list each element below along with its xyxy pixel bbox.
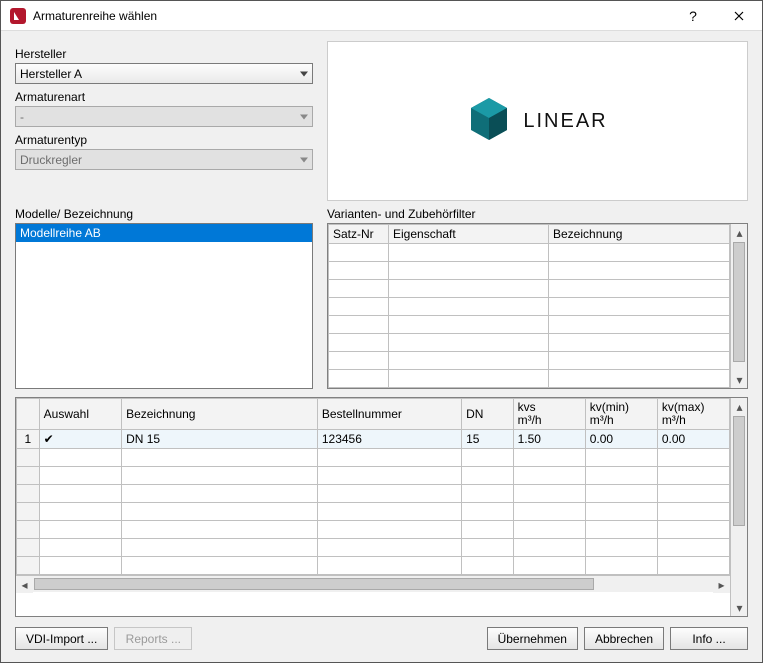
info-button[interactable]: Info ... — [670, 627, 748, 650]
row-kvs: 1.50 — [513, 430, 585, 449]
row-number: 1 — [17, 430, 40, 449]
scroll-down-icon[interactable]: ▾ — [731, 371, 748, 388]
armaturentyp-value: Druckregler — [20, 153, 82, 167]
main-vscrollbar[interactable]: ▴ ▾ — [730, 398, 747, 616]
dialog-window: Armaturenreihe wählen ? Hersteller Herst… — [0, 0, 763, 663]
main-hscrollbar[interactable]: ◂ ▸ — [16, 575, 730, 592]
armaturentyp-combo: Druckregler — [15, 149, 313, 170]
col-dn[interactable]: DN — [462, 399, 514, 430]
hersteller-label: Hersteller — [15, 47, 313, 61]
row-auswahl-check[interactable]: ✔ — [39, 430, 121, 449]
chevron-down-icon — [300, 71, 308, 76]
table-row[interactable]: 1 ✔ DN 15 123456 15 1.50 0.00 0.00 — [17, 430, 730, 449]
col-eigenschaft[interactable]: Eigenschaft — [389, 225, 549, 244]
titlebar: Armaturenreihe wählen ? — [1, 1, 762, 31]
armaturenart-value: - — [20, 110, 24, 124]
varianten-grid[interactable]: Satz-Nr Eigenschaft Bezeichnung — [327, 223, 748, 389]
modelle-label: Modelle/ Bezeichnung — [15, 207, 313, 221]
row-bezeichnung: DN 15 — [122, 430, 318, 449]
col-satznr[interactable]: Satz-Nr — [329, 225, 389, 244]
scroll-up-icon[interactable]: ▴ — [731, 398, 748, 415]
modelle-listbox[interactable]: Modellreihe AB — [15, 223, 313, 389]
chevron-down-icon — [300, 157, 308, 162]
hersteller-combo[interactable]: Hersteller A — [15, 63, 313, 84]
brand-name: LINEAR — [523, 110, 607, 133]
uebernehmen-button[interactable]: Übernehmen — [487, 627, 578, 650]
row-kvmin: 0.00 — [585, 430, 657, 449]
scroll-right-icon[interactable]: ▸ — [713, 576, 730, 593]
row-kvmax: 0.00 — [657, 430, 729, 449]
brand-preview: LINEAR — [327, 41, 748, 201]
brand-logo-icon — [467, 96, 511, 146]
scroll-up-icon[interactable]: ▴ — [731, 224, 748, 241]
check-icon: ✔ — [44, 432, 54, 446]
armaturentyp-label: Armaturentyp — [15, 133, 313, 147]
col-bestellnummer[interactable]: Bestellnummer — [317, 399, 461, 430]
reports-button: Reports ... — [114, 627, 192, 650]
vdi-import-button[interactable]: VDI-Import ... — [15, 627, 108, 650]
row-dn: 15 — [462, 430, 514, 449]
hersteller-value: Hersteller A — [20, 67, 82, 81]
scroll-left-icon[interactable]: ◂ — [16, 576, 33, 593]
help-button[interactable]: ? — [670, 1, 716, 31]
scroll-down-icon[interactable]: ▾ — [731, 599, 748, 616]
chevron-down-icon — [300, 114, 308, 119]
row-bestellnummer: 123456 — [317, 430, 461, 449]
close-button[interactable] — [716, 1, 762, 31]
scroll-thumb[interactable] — [733, 416, 745, 526]
scroll-thumb[interactable] — [733, 242, 745, 362]
content-area: Hersteller Hersteller A Armaturenart - A… — [1, 31, 762, 662]
footer-buttons: VDI-Import ... Reports ... Übernehmen Ab… — [15, 627, 748, 650]
armaturenart-combo: - — [15, 106, 313, 127]
main-grid[interactable]: Auswahl Bezeichnung Bestellnummer DN kvs… — [15, 397, 748, 617]
app-icon — [9, 7, 27, 25]
col-auswahl[interactable]: Auswahl — [39, 399, 121, 430]
modelle-item[interactable]: Modellreihe AB — [16, 224, 312, 242]
col-kvs[interactable]: kvsm³/h — [513, 399, 585, 430]
abbrechen-button[interactable]: Abbrechen — [584, 627, 664, 650]
col-kvmin[interactable]: kv(min)m³/h — [585, 399, 657, 430]
varianten-label: Varianten- und Zubehörfilter — [327, 207, 748, 221]
hscroll-thumb[interactable] — [34, 578, 594, 590]
col-bezeichnung[interactable]: Bezeichnung — [122, 399, 318, 430]
col-bezeichnung[interactable]: Bezeichnung — [549, 225, 730, 244]
window-title: Armaturenreihe wählen — [33, 9, 157, 23]
col-rownum[interactable] — [17, 399, 40, 430]
armaturenart-label: Armaturenart — [15, 90, 313, 104]
varianten-scrollbar[interactable]: ▴ ▾ — [730, 224, 747, 388]
col-kvmax[interactable]: kv(max)m³/h — [657, 399, 729, 430]
